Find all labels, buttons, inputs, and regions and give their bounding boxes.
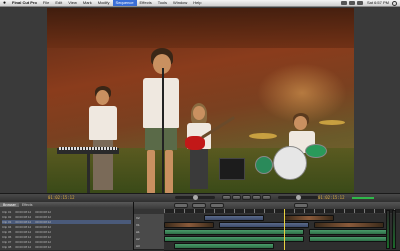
apple-menu-icon[interactable]: ● bbox=[0, 0, 9, 6]
clip-duration: 00:00:08:12 bbox=[35, 225, 52, 229]
volume-icon[interactable] bbox=[348, 1, 355, 5]
spotlight-search-icon[interactable] bbox=[392, 0, 397, 6]
clip-duration: 00:00:08:12 bbox=[35, 240, 52, 244]
menu-effects[interactable]: Effects bbox=[137, 0, 155, 6]
clip-duration: 00:00:08:12 bbox=[15, 210, 32, 214]
timeline-panel: V2 V1 A1 A2 A3 bbox=[134, 202, 400, 251]
menu-tools[interactable]: Tools bbox=[155, 0, 170, 6]
timeline-toolbar bbox=[134, 202, 400, 209]
clip-name: Clip 04 bbox=[2, 225, 12, 229]
play-around-button[interactable] bbox=[252, 195, 261, 200]
bass-drum bbox=[273, 146, 307, 180]
tom-drum bbox=[305, 144, 327, 158]
keyboard-player bbox=[85, 86, 125, 193]
go-to-end-button[interactable] bbox=[262, 195, 271, 200]
play-in-out-button[interactable] bbox=[232, 195, 241, 200]
browser-tabs: Browser Effects bbox=[0, 202, 133, 208]
browser-row[interactable]: Clip 07 00:00:08:12 00:00:08:12 bbox=[2, 240, 131, 244]
snapping-button[interactable] bbox=[174, 203, 188, 208]
browser-panel: Browser Effects Clip 01 00:00:08:12 00:00:… bbox=[0, 202, 134, 250]
browser-row[interactable]: Clip 08 00:00:08:12 00:00:08:12 bbox=[2, 245, 131, 249]
keyboard-keys bbox=[59, 147, 117, 150]
browser-row[interactable]: Clip 03 00:00:08:12 00:00:08:12 bbox=[2, 220, 131, 224]
audio-meter-right bbox=[392, 210, 396, 249]
floor-tom bbox=[255, 156, 273, 174]
browser-row[interactable]: Clip 05 00:00:08:12 00:00:08:12 bbox=[2, 230, 131, 234]
track-header[interactable]: A3 bbox=[134, 242, 164, 250]
zoom-button[interactable] bbox=[294, 203, 308, 208]
go-to-start-button[interactable] bbox=[222, 195, 231, 200]
keyboard-stand-leg bbox=[87, 154, 90, 193]
clip-duration: 00:00:08:12 bbox=[15, 230, 32, 234]
clip-duration: 00:00:08:12 bbox=[15, 245, 32, 249]
clip-duration: 00:00:08:12 bbox=[15, 235, 32, 239]
browser-row[interactable]: Clip 01 00:00:08:12 00:00:08:12 bbox=[2, 210, 131, 214]
clip-duration: 00:00:08:12 bbox=[15, 225, 32, 229]
bottom-panels: Browser Effects Clip 01 00:00:08:12 00:00:… bbox=[0, 202, 400, 251]
tab-effects[interactable]: Effects bbox=[19, 203, 36, 207]
browser-row[interactable]: Clip 02 00:00:08:12 00:00:08:12 bbox=[2, 215, 131, 219]
menu-help[interactable]: Help bbox=[190, 0, 204, 6]
menu-sequence[interactable]: Sequence bbox=[112, 0, 137, 6]
wifi-icon[interactable] bbox=[340, 1, 347, 5]
clip-duration: 00:00:08:12 bbox=[35, 230, 52, 234]
timecode-left[interactable]: 01:02:15:12 bbox=[48, 195, 75, 200]
microphone-stand bbox=[162, 68, 164, 193]
add-marker-button[interactable] bbox=[210, 203, 224, 208]
menu-modify[interactable]: Modify bbox=[95, 0, 113, 6]
render-status-bar bbox=[352, 197, 374, 199]
menu-app[interactable]: Final Cut Pro bbox=[9, 0, 40, 6]
browser-row[interactable]: Clip 06 00:00:08:12 00:00:08:12 bbox=[2, 235, 131, 239]
shuttle-knob[interactable] bbox=[296, 195, 301, 200]
menu-window[interactable]: Window bbox=[170, 0, 190, 6]
menu-view[interactable]: View bbox=[65, 0, 80, 6]
play-button[interactable] bbox=[242, 195, 251, 200]
clip-duration: 00:00:08:12 bbox=[15, 215, 32, 219]
clip-duration: 00:00:08:12 bbox=[15, 220, 32, 224]
rock-cliff bbox=[47, 8, 354, 48]
clip-duration: 00:00:08:12 bbox=[15, 240, 32, 244]
clip-name: Clip 07 bbox=[2, 240, 12, 244]
clip-duration: 00:00:08:12 bbox=[35, 235, 52, 239]
clip-name: Clip 03 bbox=[2, 220, 12, 224]
cymbal-left bbox=[249, 133, 277, 139]
clip-name: Clip 06 bbox=[2, 235, 12, 239]
clip-duration: 00:00:08:12 bbox=[35, 210, 52, 214]
browser-row[interactable]: Clip 04 00:00:08:12 00:00:08:12 bbox=[2, 225, 131, 229]
audio-meter-left bbox=[386, 210, 390, 249]
clip-duration: 00:00:08:12 bbox=[35, 215, 52, 219]
amplifier bbox=[219, 158, 245, 180]
video-frame[interactable] bbox=[47, 8, 354, 193]
clip-name: Clip 05 bbox=[2, 230, 12, 234]
menu-extras: Sat 6:57 PM bbox=[340, 0, 400, 6]
canvas-transport-bar: 01:02:15:12 01:02:15:12 bbox=[0, 193, 400, 202]
cymbal-right bbox=[319, 120, 345, 125]
playhead[interactable] bbox=[284, 209, 285, 250]
clip-duration: 00:00:08:12 bbox=[35, 220, 52, 224]
battery-icon[interactable] bbox=[356, 1, 363, 5]
clip-name: Clip 01 bbox=[2, 210, 12, 214]
clip-name: Clip 02 bbox=[2, 215, 12, 219]
tab-browser[interactable]: Browser bbox=[0, 203, 19, 207]
timeline-ruler[interactable] bbox=[164, 209, 400, 213]
clip-name: Clip 08 bbox=[2, 245, 12, 249]
menu-clock[interactable]: Sat 6:57 PM bbox=[364, 0, 389, 6]
canvas-window bbox=[0, 7, 400, 197]
menu-file[interactable]: File bbox=[40, 0, 52, 6]
audio-clip[interactable] bbox=[174, 243, 274, 249]
linking-button[interactable] bbox=[192, 203, 206, 208]
menu-edit[interactable]: Edit bbox=[52, 0, 65, 6]
clip-duration: 00:00:08:12 bbox=[35, 245, 52, 249]
jog-knob[interactable] bbox=[193, 195, 198, 200]
menu-mark[interactable]: Mark bbox=[80, 0, 95, 6]
timecode-right[interactable]: 01:02:15:12 bbox=[318, 195, 345, 200]
menu-bar: ● Final Cut Pro File Edit View Mark Modi… bbox=[0, 0, 400, 7]
